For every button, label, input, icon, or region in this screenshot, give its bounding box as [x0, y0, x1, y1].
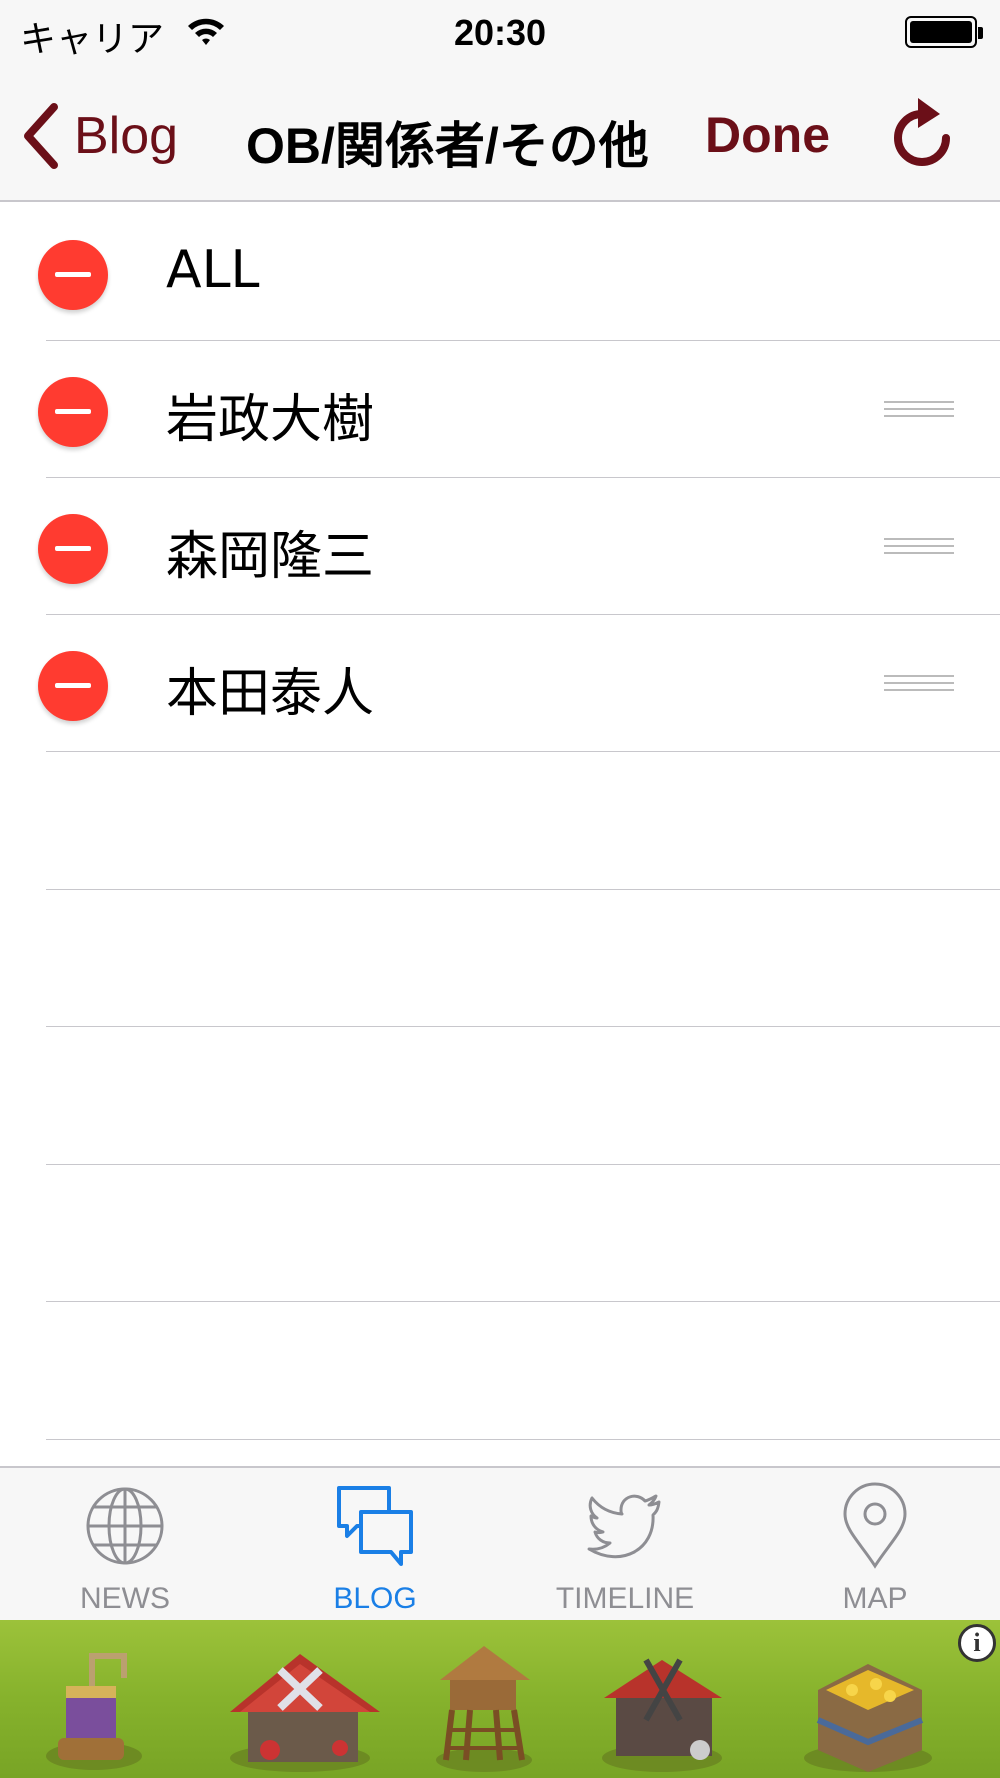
delete-minus-icon[interactable] [38, 240, 108, 310]
delete-minus-icon[interactable] [38, 514, 108, 584]
tab-blog-label: BLOG [333, 1582, 417, 1615]
editable-list: ALL 岩政大樹 森岡隆三 本田泰人 [0, 204, 1000, 1440]
app-screen: キャリア 20:30 Blog OB/関係者/その他 Done ALL 岩政大樹… [0, 0, 1000, 1778]
list-item[interactable]: 岩政大樹 [38, 341, 1000, 478]
map-pin-icon [843, 1482, 907, 1569]
delete-minus-icon[interactable] [38, 651, 108, 721]
done-button[interactable]: Done [705, 106, 830, 164]
tab-blog[interactable]: BLOG [250, 1468, 500, 1622]
tab-map-label: MAP [842, 1582, 908, 1615]
refresh-icon[interactable] [888, 92, 956, 178]
status-bar: キャリア 20:30 [0, 0, 1000, 68]
tab-news[interactable]: NEWS [0, 1468, 250, 1622]
chat-bubbles-icon [337, 1486, 413, 1566]
page-title: OB/関係者/その他 [246, 118, 649, 174]
list-item[interactable]: 森岡隆三 [38, 478, 1000, 615]
back-button[interactable]: Blog [20, 96, 178, 176]
reorder-handle-icon[interactable] [884, 401, 954, 425]
empty-row [46, 890, 1000, 1027]
tab-bar: NEWS BLOG TIMELINE MAP [0, 1466, 1000, 1620]
barracks-image [230, 1654, 380, 1772]
elixir-collector-image [46, 1653, 142, 1770]
list-item-label: 岩政大樹 [166, 390, 375, 450]
list-item-label: 本田泰人 [166, 664, 375, 724]
tab-map[interactable]: MAP [750, 1468, 1000, 1622]
archer-tower-image [436, 1646, 532, 1772]
gold-storage-image [804, 1664, 932, 1772]
bird-icon [587, 1494, 661, 1559]
status-time: 20:30 [453, 12, 547, 53]
ad-info-icon[interactable]: i [958, 1624, 996, 1662]
blacksmith-image [602, 1658, 722, 1772]
chevron-left-icon [24, 103, 58, 169]
back-button-label: Blog [74, 107, 179, 165]
ad-game-artwork [46, 1646, 932, 1772]
ad-banner[interactable]: i [0, 1620, 1000, 1778]
list-item-label: ALL [166, 240, 260, 300]
delete-minus-icon[interactable] [38, 377, 108, 447]
tab-timeline[interactable]: TIMELINE [500, 1468, 750, 1622]
battery-icon [905, 16, 977, 48]
tab-news-label: NEWS [80, 1582, 170, 1615]
reorder-handle-icon[interactable] [884, 675, 954, 699]
list-item[interactable]: ALL [38, 204, 1000, 341]
tab-timeline-label: TIMELINE [555, 1582, 695, 1615]
list-item[interactable]: 本田泰人 [38, 615, 1000, 752]
empty-row [46, 752, 1000, 890]
empty-row [46, 1302, 1000, 1440]
battery-tip [978, 27, 983, 39]
navigation-bar: Blog OB/関係者/その他 Done [0, 68, 1000, 202]
empty-row [46, 1165, 1000, 1302]
list-item-label: 森岡隆三 [166, 527, 375, 587]
empty-row [46, 1027, 1000, 1165]
globe-icon [86, 1487, 164, 1565]
reorder-handle-icon[interactable] [884, 538, 954, 562]
